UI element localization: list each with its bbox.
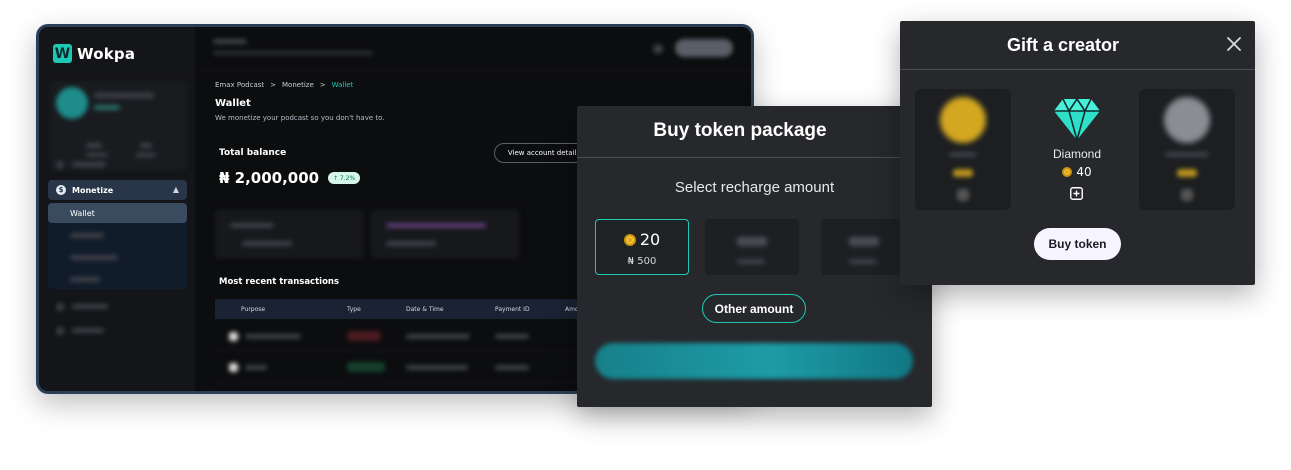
logo-text: Wokpa <box>77 44 136 63</box>
breadcrumb-separator: > <box>319 81 326 89</box>
token-price: ₦ 500 <box>627 256 657 267</box>
coin-icon <box>1062 167 1073 177</box>
growth-badge: ↑ 7.2% <box>328 172 361 184</box>
sidebar-item-monetize[interactable]: $ Monetize ▲ <box>48 180 187 200</box>
chevron-up-icon[interactable]: ▲ <box>173 185 179 194</box>
gift-creator-panel: Gift a creator Diamond 40 Buy token <box>900 21 1255 285</box>
column-header[interactable]: Date & Time <box>406 306 444 313</box>
balance-label: Total balance <box>219 148 287 158</box>
gift-option[interactable] <box>1139 89 1235 210</box>
table-row[interactable] <box>215 352 595 382</box>
app-logo[interactable]: W Wokpa <box>53 44 135 63</box>
diamond-icon <box>1054 97 1100 141</box>
sidebar-item-label: Monetize <box>72 185 114 195</box>
sidebar-item-analytics[interactable] <box>50 299 187 315</box>
panel-title: Buy token package <box>653 120 827 141</box>
breadcrumb-separator: > <box>270 81 277 89</box>
coin-icon <box>623 233 636 246</box>
buy-token-button[interactable]: Buy token <box>1034 228 1121 260</box>
other-amount-button[interactable]: Other amount <box>702 294 806 323</box>
add-icon[interactable] <box>1070 187 1083 200</box>
stat-card <box>371 210 519 258</box>
breadcrumb-item[interactable]: Emax Podcast <box>215 81 264 89</box>
column-header[interactable]: Type <box>347 306 361 313</box>
token-package-option[interactable] <box>705 219 799 275</box>
sidebar: W Wokpa $ Monetize ▲ Wallet <box>39 27 195 391</box>
breadcrumb-item[interactable]: Monetize <box>282 81 314 89</box>
transactions-title: Most recent transactions <box>219 277 340 287</box>
sidebar-item-wallet[interactable]: Wallet <box>48 203 187 223</box>
panel-title: Gift a creator <box>1006 35 1120 55</box>
recharge-label: Select recharge amount <box>674 179 835 196</box>
gift-price: 40 <box>1076 165 1092 179</box>
close-icon[interactable] <box>1226 36 1242 52</box>
logo-icon: W <box>53 44 72 63</box>
stat-card <box>215 210 363 258</box>
token-amount: 20 <box>639 230 661 249</box>
column-header[interactable]: Payment ID <box>495 306 530 313</box>
sidebar-item-settings[interactable] <box>50 323 187 339</box>
breadcrumb-current: Wallet <box>331 81 354 89</box>
top-bar <box>195 27 751 71</box>
token-package-option[interactable]: 20 ₦ 500 <box>595 219 689 275</box>
token-package-option[interactable] <box>821 219 900 275</box>
gift-option[interactable] <box>915 89 1011 210</box>
transactions-table-header: Purpose Type Date & Time Payment ID Amo <box>215 299 595 319</box>
buy-token-panel: Buy token package Select recharge amount… <box>577 106 932 407</box>
column-header[interactable]: Purpose <box>241 306 265 313</box>
breadcrumb: Emax Podcast > Monetize > Wallet <box>215 81 353 89</box>
avatar <box>56 87 88 119</box>
page-title: Wallet <box>215 98 251 109</box>
divider <box>577 157 900 158</box>
gift-name: Diamond <box>1052 147 1102 161</box>
divider <box>900 69 1255 70</box>
table-row[interactable] <box>215 321 595 351</box>
gift-option-diamond[interactable]: Diamond 40 <box>1029 89 1125 210</box>
balance-value: ₦ 2,000,000 <box>219 169 320 187</box>
page-subtitle: We monetize your podcast so you don't ha… <box>215 114 385 122</box>
dollar-icon: $ <box>56 185 66 195</box>
sidebar-item-podcast[interactable] <box>50 157 187 173</box>
recharge-button[interactable] <box>595 343 913 379</box>
